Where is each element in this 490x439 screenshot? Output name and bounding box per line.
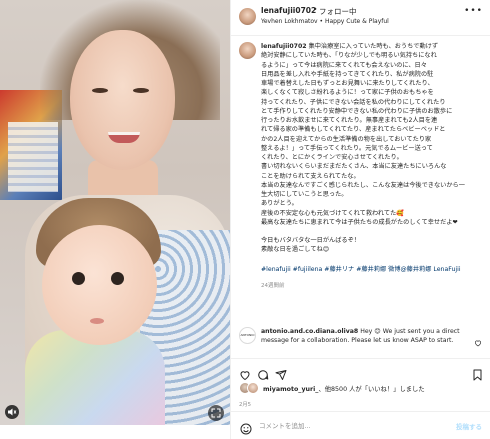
caption-line: 整えるよ！」って手伝ってくれたり。元気でるムービー送って bbox=[261, 144, 433, 152]
follow-status-button[interactable]: フォロー中 bbox=[319, 6, 357, 17]
likes-summary: miyamoto_yuri_、他8500 人が「いいね！」しました bbox=[239, 382, 489, 396]
add-comment-bar: 投稿する bbox=[231, 411, 490, 439]
commenter-avatar-text: ANTONIO bbox=[240, 333, 255, 337]
likes-text[interactable]: miyamoto_yuri_、他8500 人が「いいね！」しました bbox=[263, 384, 425, 393]
caption-line: ことを助けられて支えられてたな。 bbox=[261, 172, 360, 180]
heart-outline-icon[interactable] bbox=[474, 332, 482, 351]
caption-line: 集中治療室に入っていた時も、おうちで動けず bbox=[308, 43, 439, 50]
caption-line: れて帰る家の準備もしてくれてたり、産まれてたらベビーベッドと bbox=[261, 126, 446, 134]
caption-line: 持ってくれたり、子供にできない会話を私の代わりにしてくれたり bbox=[261, 98, 446, 106]
instagram-post: lenafujii0702 • フォロー中 Yevhen Lokhmatov •… bbox=[0, 0, 490, 439]
author-username[interactable]: lenafujii0702 bbox=[261, 6, 316, 15]
caption-hashtags[interactable]: #lenafujii #fujiilena #藤井リナ #藤井莉娜 微博@藤井莉… bbox=[261, 265, 483, 274]
liker-username[interactable]: miyamoto_yuri_ bbox=[263, 386, 318, 393]
woman-right-eye bbox=[133, 88, 149, 93]
likes-count-text: 、他8500 人が「いいね！」しました bbox=[318, 386, 425, 393]
background-poster bbox=[8, 122, 58, 192]
woman-face bbox=[70, 30, 175, 170]
caption-line: くれたり、とにかくラインで安心させてくれたり。 bbox=[261, 154, 403, 161]
caption-line: 楽しくなくて寂しさ紛れるように！って家に子供のおもちゃを bbox=[261, 89, 434, 97]
caption-author-avatar[interactable] bbox=[239, 42, 256, 59]
emoji-smile-icon[interactable] bbox=[240, 420, 252, 439]
post-date[interactable]: 2月5 bbox=[239, 400, 251, 408]
action-bar bbox=[231, 358, 490, 384]
caption-line: とて手作りしてくれたり安静中できない私の代わりに子供のお散歩に bbox=[261, 107, 453, 115]
caption-line: 車場で着替えした日もずっとお見舞いに来たりしてくれたり、 bbox=[261, 80, 434, 87]
caption-line: 素敵な日を過ごしてね😊 bbox=[261, 246, 330, 254]
caption-line: 絶対安静にしていた時も、「りなが少しでも明るい気持ちになれ bbox=[261, 52, 437, 60]
caption-line: るように」って今は病院に来てくれても会えないのに、日々 bbox=[261, 61, 427, 69]
expand-icon[interactable] bbox=[208, 405, 224, 421]
baby-face bbox=[42, 225, 157, 345]
post-caption: lenafujii0702 集中治療室に入っていた時も、おうちで動けず 絶対安静… bbox=[261, 42, 483, 291]
author-avatar[interactable] bbox=[239, 8, 256, 25]
post-media[interactable] bbox=[0, 0, 230, 425]
caption-line: 今日もバタバタな一日がんばるぞ！ bbox=[261, 237, 360, 244]
speaker-icon[interactable] bbox=[5, 405, 19, 419]
commenter-username[interactable]: antonio.and.co.diana.oliva8 bbox=[261, 328, 358, 335]
caption-line: 産後の不安定な心も元気づけてくれて救われてた🥰 bbox=[261, 209, 404, 217]
audio-subtitle[interactable]: Yevhen Lokhmatov • Happy Cute & Playful bbox=[261, 18, 389, 25]
caption-line: 生大切にしていこうと思った。 bbox=[261, 191, 348, 198]
baby-mouth bbox=[90, 318, 104, 324]
comment-item: antonio.and.co.diana.oliva8 Hey 😊 We jus… bbox=[261, 327, 461, 345]
caption-line: 日用品を差し入れや手紙を持ってきてくれたり、私が病院の駐 bbox=[261, 70, 434, 78]
caption-line: 行ったりお水飲ませに来てくれたり。無事産まれても2人目を連 bbox=[261, 117, 438, 124]
baby-right-eye bbox=[111, 272, 124, 285]
commenter-avatar[interactable]: ANTONIO bbox=[239, 327, 256, 344]
more-horizontal-icon[interactable]: ••• bbox=[464, 6, 483, 16]
caption-line: 書い切れないくらいまだまだたくさん、本当に友達たちにいろんな bbox=[261, 163, 447, 171]
post-comment-button[interactable]: 投稿する bbox=[456, 421, 482, 431]
baby-left-eye bbox=[72, 272, 85, 285]
post-header: lenafujii0702 • フォロー中 Yevhen Lokhmatov •… bbox=[231, 0, 490, 36]
caption-username[interactable]: lenafujii0702 bbox=[261, 43, 307, 50]
post-sidebar: lenafujii0702 • フォロー中 Yevhen Lokhmatov •… bbox=[230, 0, 490, 439]
caption-line: 最高な友達たちに恵まれて今は子供たちの成長がたのしくて幸せだよ❤ bbox=[261, 218, 458, 226]
caption-line: ありがとう。 bbox=[261, 200, 298, 208]
header-separator: • bbox=[313, 5, 318, 14]
caption-line: 本当の友達なんですごく感じられたし、こんな友達は今後できないから一 bbox=[261, 181, 465, 189]
caption-line: かの2人目を迎えてからの生活準備の物を出しておいてたり家 bbox=[261, 135, 432, 143]
comment-input[interactable] bbox=[259, 420, 439, 432]
caption-timestamp[interactable]: 24週間前 bbox=[261, 282, 483, 291]
woman-left-eye bbox=[92, 88, 108, 93]
liker-avatar[interactable] bbox=[247, 382, 259, 394]
